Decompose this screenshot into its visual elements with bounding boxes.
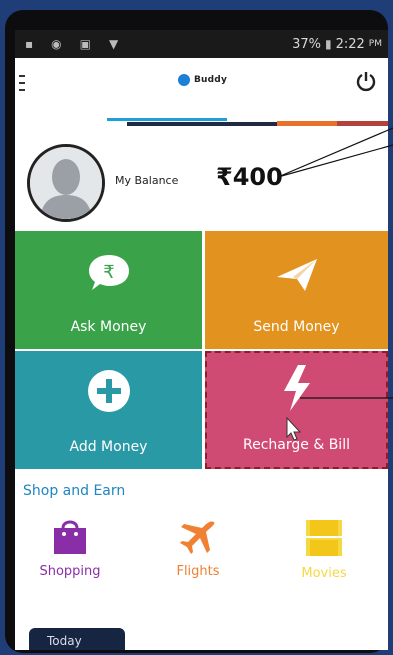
status-left-icons: ▪ ◉ ▣ ▼ <box>25 37 118 51</box>
app-logo: Buddy <box>178 74 227 86</box>
phone-frame: ▪ ◉ ▣ ▼ 37% ▮ 2:22 PM Buddy My Balance ₹… <box>5 10 388 653</box>
balance-label: My Balance <box>115 174 179 187</box>
ask-money-tile[interactable]: ₹ Ask Money <box>15 231 202 349</box>
add-money-label: Add Money <box>69 439 148 455</box>
paper-plane-icon <box>275 257 319 297</box>
recharge-bill-label: Recharge & Bill <box>243 437 350 453</box>
balance-section: My Balance ₹400 <box>15 130 388 230</box>
wifi-icon: ▼ <box>108 37 119 51</box>
shopping-category[interactable]: Shopping <box>15 518 125 579</box>
rupee-chat-icon: ₹ <box>87 253 131 297</box>
status-right: 37% ▮ 2:22 PM <box>292 37 382 52</box>
plus-circle-icon <box>87 369 131 417</box>
clock-suffix: PM <box>368 39 382 49</box>
status-bar: ▪ ◉ ▣ ▼ 37% ▮ 2:22 PM <box>15 30 388 58</box>
battery-percent: 37% <box>292 36 321 52</box>
stripe-navy <box>127 122 277 126</box>
shop-section-title: Shop and Earn <box>23 483 126 499</box>
message-icon: ▣ <box>79 37 91 51</box>
app-bar: Buddy <box>15 58 388 118</box>
flights-category[interactable]: Flights <box>143 518 253 579</box>
send-money-label: Send Money <box>253 319 340 335</box>
app-screen: ▪ ◉ ▣ ▼ 37% ▮ 2:22 PM Buddy My Balance ₹… <box>15 30 388 650</box>
flights-label: Flights <box>176 564 220 579</box>
balance-amount: ₹400 <box>216 163 283 191</box>
ask-money-label: Ask Money <box>70 319 147 335</box>
today-tab[interactable]: Today <box>29 628 125 650</box>
movies-category[interactable]: Movies <box>269 518 379 581</box>
app-notification-icon: ◉ <box>51 37 62 51</box>
stripe-blue <box>107 118 227 121</box>
avatar[interactable] <box>27 144 105 222</box>
shopping-label: Shopping <box>39 564 101 579</box>
user-silhouette-icon <box>30 147 102 219</box>
clock-time: 2:22 <box>335 36 365 52</box>
movies-label: Movies <box>301 566 347 581</box>
logo-dot-icon <box>178 74 190 86</box>
film-icon <box>306 520 342 556</box>
airplane-icon <box>180 521 215 554</box>
power-icon[interactable] <box>356 70 376 96</box>
recharge-bill-tile[interactable]: Recharge & Bill <box>205 351 388 469</box>
battery-icon: ▮ <box>324 37 332 51</box>
stripe-orange <box>277 121 337 126</box>
hamburger-menu-icon[interactable] <box>19 75 25 95</box>
svg-text:₹: ₹ <box>103 262 114 283</box>
shopping-bag-icon <box>54 520 86 554</box>
header-stripe <box>15 118 388 126</box>
stripe-red <box>337 121 388 126</box>
signal-icon: ▪ <box>25 37 34 51</box>
send-money-tile[interactable]: Send Money <box>205 231 388 349</box>
add-money-tile[interactable]: Add Money <box>15 351 202 469</box>
app-brand: Buddy <box>194 75 228 85</box>
lightning-icon <box>280 365 314 415</box>
